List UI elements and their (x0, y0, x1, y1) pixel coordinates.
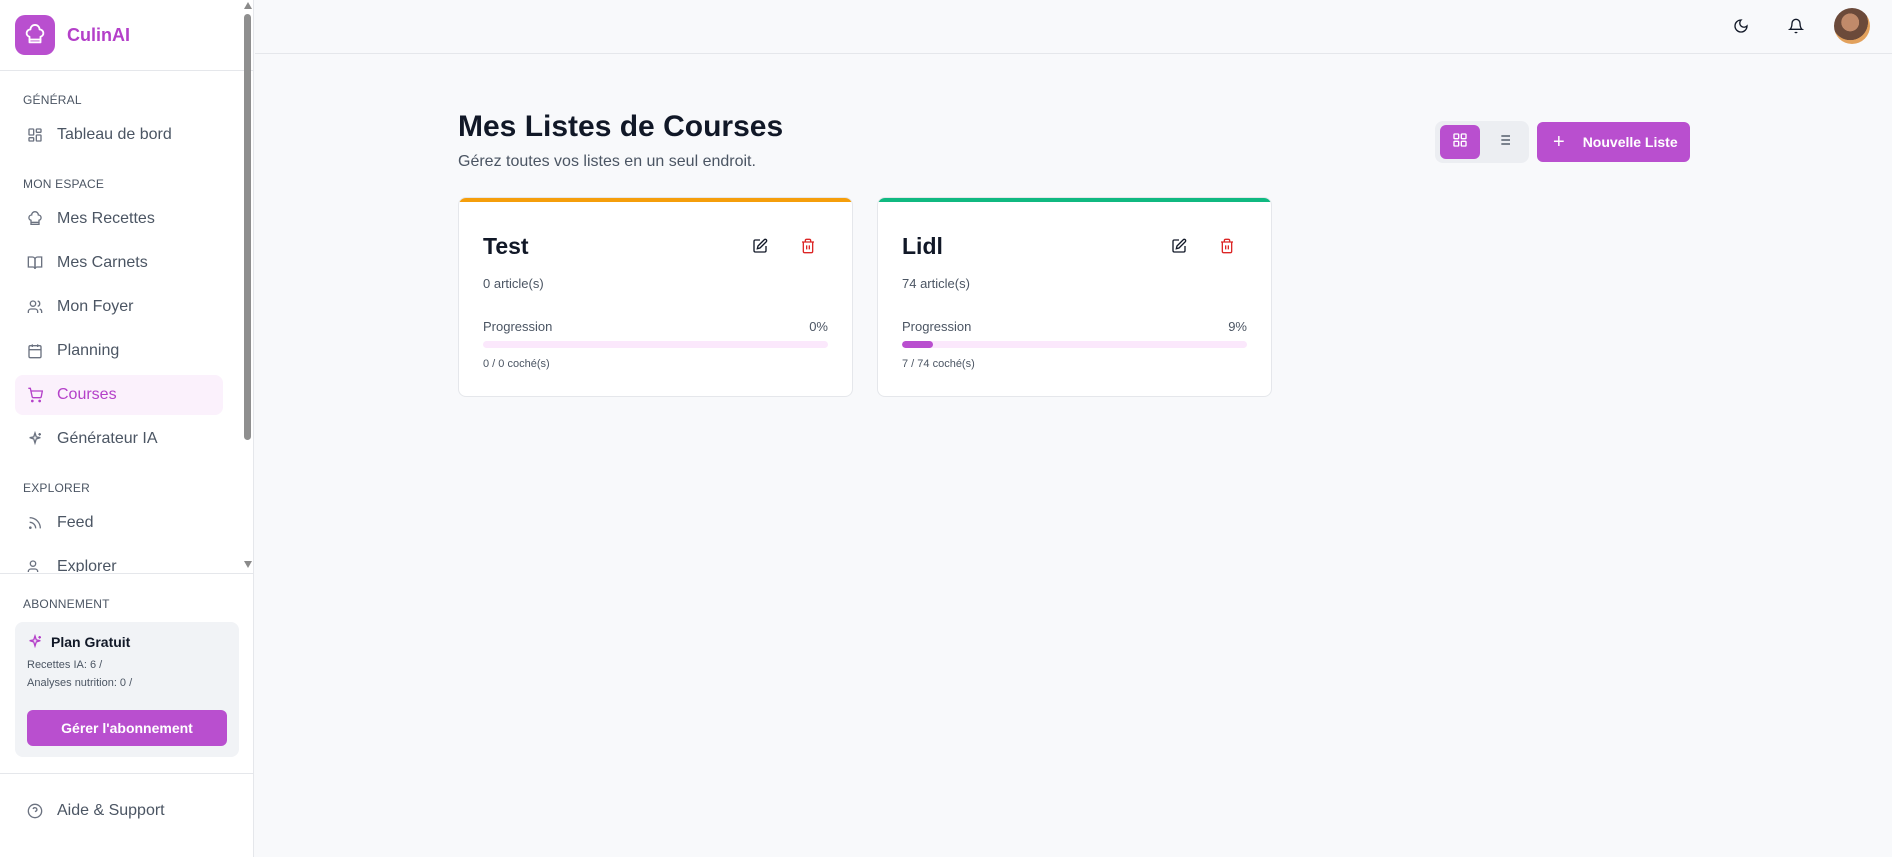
brand[interactable]: CulinAI (0, 0, 253, 71)
sidebar-item-planning[interactable]: Planning (15, 331, 223, 371)
subscription-section: ABONNEMENT (0, 573, 254, 611)
sidebar-scrollbar[interactable] (242, 0, 254, 572)
sidebar-item-courses[interactable]: Courses (15, 375, 223, 415)
manage-subscription-button[interactable]: Gérer l'abonnement (27, 710, 227, 746)
sidebar-item-feed[interactable]: Feed (15, 503, 223, 543)
sidebar-item-label: Générateur IA (57, 430, 158, 447)
section-general: GÉNÉRAL (23, 93, 82, 107)
help-label: Aide & Support (57, 802, 165, 819)
sidebar-item-ai-generator[interactable]: Générateur IA (15, 419, 223, 459)
help-circle-icon (27, 803, 43, 819)
sidebar-item-label: Mes Recettes (57, 210, 155, 227)
edit-icon[interactable] (750, 236, 770, 256)
book-icon (27, 255, 43, 271)
scroll-up-icon[interactable] (244, 2, 252, 9)
help-support-link[interactable]: Aide & Support (15, 791, 223, 831)
app-name: CulinAI (67, 24, 130, 45)
progress-label: Progression (483, 319, 553, 334)
scrollbar-thumb[interactable] (244, 14, 251, 440)
item-count: 74 article(s) (902, 276, 970, 291)
sidebar-item-label: Mon Foyer (57, 298, 134, 315)
sidebar: CulinAI GÉNÉRAL Tableau de bord MON ESPA… (0, 0, 254, 857)
bell-icon[interactable] (1786, 16, 1806, 36)
sidebar-item-dashboard[interactable]: Tableau de bord (15, 115, 223, 155)
ai-recipes-usage: Recettes IA: 6 / (27, 659, 103, 671)
view-toggle (1435, 121, 1529, 163)
grid-view-button[interactable] (1440, 125, 1480, 159)
progress-bar (902, 341, 1247, 348)
section-my-space: MON ESPACE (23, 177, 105, 191)
list-view-button[interactable] (1484, 125, 1524, 159)
users-icon (27, 299, 43, 315)
progress-label: Progression (902, 319, 972, 334)
scroll-down-icon[interactable] (244, 561, 252, 568)
plan-card: Plan Gratuit Recettes IA: 6 / Analyses n… (15, 622, 239, 757)
list-name: Lidl (902, 233, 943, 259)
list-icon (1496, 132, 1512, 153)
rss-icon (27, 515, 43, 531)
item-count: 0 article(s) (483, 276, 544, 291)
sidebar-item-label: Explorer (57, 558, 117, 572)
grid-icon (1452, 132, 1468, 153)
shopping-list-card[interactable]: Test 0 article(s) Progression 0% 0 / 0 c… (458, 197, 853, 397)
chef-hat-logo-icon (15, 15, 55, 55)
moon-icon[interactable] (1731, 16, 1751, 36)
checked-count: 7 / 74 coché(s) (902, 358, 975, 370)
sidebar-item-label: Courses (57, 386, 117, 403)
help-section: Aide & Support (0, 773, 254, 857)
progress-fill (902, 341, 934, 348)
trash-icon[interactable] (1217, 236, 1237, 256)
dashboard-icon (27, 127, 43, 143)
section-subscription: ABONNEMENT (23, 597, 110, 611)
sparkles-icon (27, 634, 43, 650)
progress-percent: 0% (809, 319, 828, 334)
edit-icon[interactable] (1169, 236, 1189, 256)
sidebar-item-notebooks[interactable]: Mes Carnets (15, 243, 223, 283)
sidebar-nav: GÉNÉRAL Tableau de bord MON ESPACE Mes R… (0, 72, 242, 572)
avatar[interactable] (1834, 8, 1870, 44)
plus-icon: + (1553, 131, 1565, 153)
checked-count: 0 / 0 coché(s) (483, 358, 550, 370)
section-explore: EXPLORER (23, 481, 90, 495)
sidebar-item-explore[interactable]: Explorer (15, 547, 223, 572)
topbar (255, 0, 1892, 54)
sidebar-item-label: Tableau de bord (57, 126, 172, 143)
trash-icon[interactable] (798, 236, 818, 256)
sidebar-item-label: Planning (57, 342, 120, 359)
card-accent (459, 198, 852, 202)
nutrition-usage: Analyses nutrition: 0 / (27, 677, 133, 689)
list-name: Test (483, 233, 529, 259)
page-subtitle: Gérez toutes vos listes en un seul endro… (458, 153, 756, 170)
sidebar-item-recipes[interactable]: Mes Recettes (15, 199, 223, 239)
sparkles-icon (27, 431, 43, 447)
page-title: Mes Listes de Courses (458, 110, 784, 143)
sidebar-item-household[interactable]: Mon Foyer (15, 287, 223, 327)
users-icon (27, 559, 43, 572)
new-list-button[interactable]: + Nouvelle Liste (1537, 122, 1690, 162)
progress-bar (483, 341, 828, 348)
cart-icon (27, 387, 43, 403)
new-list-label: Nouvelle Liste (1582, 134, 1678, 150)
sidebar-item-label: Mes Carnets (57, 254, 148, 271)
progress-percent: 9% (1228, 319, 1247, 334)
plan-name: Plan Gratuit (51, 634, 131, 650)
calendar-icon (27, 343, 43, 359)
chef-hat-icon (27, 211, 43, 227)
card-accent (878, 198, 1271, 202)
plan-header: Plan Gratuit (27, 634, 227, 650)
shopping-list-card[interactable]: Lidl 74 article(s) Progression 9% 7 / 74… (877, 197, 1272, 397)
sidebar-item-label: Feed (57, 514, 94, 531)
